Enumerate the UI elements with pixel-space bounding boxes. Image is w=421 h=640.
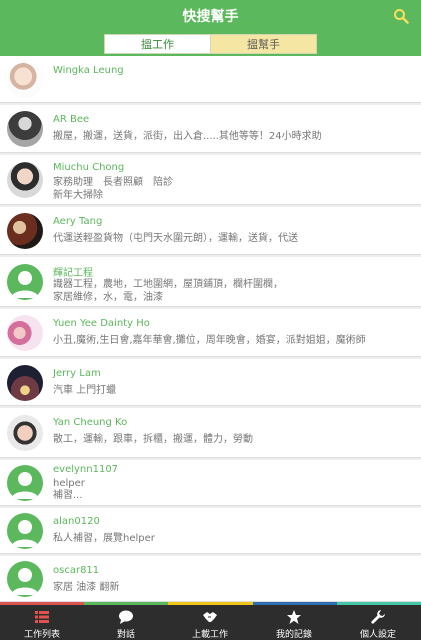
default-user-icon	[11, 472, 39, 499]
helper-name: Aery Tang	[53, 216, 103, 227]
avatar	[7, 415, 43, 451]
handshake-icon	[202, 609, 218, 625]
app-screen: 快搜幫手 搵工作 搵幫手 Wingka Leung AR Bee 搬屋，搬運，送…	[0, 0, 421, 640]
helper-description: 代運送輕盈貨物（屯門天水圍元朗），運輸，送貨，代送	[53, 233, 298, 244]
list-item[interactable]: Aery Tang 代運送輕盈貨物（屯門天水圍元朗），運輸，送貨，代送	[0, 207, 421, 255]
avatar	[7, 162, 43, 198]
tab-label: 上載工作	[191, 630, 228, 640]
avatar	[7, 465, 43, 501]
list-icon	[34, 609, 50, 625]
helper-description: 散工，運輸，跟車，拆櫃，搬運，體力，勞動	[53, 434, 253, 445]
helper-name: Yan Cheung Ko	[53, 417, 128, 428]
chat-bubble-icon	[118, 609, 134, 625]
helper-list: Wingka Leung AR Bee 搬屋，搬運，送貨，派街，出入倉.....…	[0, 56, 421, 602]
tab-my-records[interactable]: 我的記錄	[252, 605, 336, 640]
helper-description: 識器工程，農地，工地圍網，屋頂鋪頂，欄杆圍欄，	[53, 279, 283, 290]
tab-label: 工作列表	[23, 630, 60, 640]
tab-upload-job[interactable]: 上載工作	[168, 605, 252, 640]
helper-name: AR Bee	[53, 114, 90, 125]
mode-segmented-control: 搵工作 搵幫手	[104, 34, 317, 54]
tab-find-work[interactable]: 搵工作	[105, 35, 210, 53]
search-icon[interactable]	[393, 8, 409, 24]
list-item[interactable]: evelynn1107 helper 補習...	[0, 460, 421, 506]
helper-name: Wingka Leung	[53, 65, 124, 76]
star-icon	[286, 609, 302, 625]
tab-label: 個人設定	[359, 630, 396, 640]
helper-description: 新年大掃除	[53, 190, 103, 201]
helper-description: 私人補習，展覽helper	[53, 533, 155, 544]
list-item[interactable]: Yuen Yee Dainty Ho 小丑,魔術,生日會,嘉年華會,攤位，周年晚…	[0, 309, 421, 357]
tab-find-helper[interactable]: 搵幫手	[210, 35, 316, 53]
helper-description: 家居維修，水，電，油漆	[53, 292, 163, 303]
helper-description: 補習...	[53, 490, 83, 501]
helper-name: Miuchu Chong	[53, 162, 125, 173]
avatar	[7, 561, 43, 597]
helper-name: oscar811	[53, 565, 100, 576]
helper-description: 汽車 上門打蠟	[53, 385, 117, 396]
avatar	[7, 111, 43, 147]
default-user-icon	[11, 520, 39, 547]
header-bar: 快搜幫手 搵工作 搵幫手	[0, 0, 421, 56]
helper-name: 輝記工程	[53, 268, 93, 279]
default-user-icon	[11, 271, 39, 298]
tab-chat[interactable]: 對話	[84, 605, 168, 640]
list-item[interactable]: Yan Cheung Ko 散工，運輸，跟車，拆櫃，搬運，體力，勞動	[0, 408, 421, 458]
helper-description: 家務助理 長者照顧 陪診	[53, 177, 173, 188]
helper-description: 家居 油漆 翻新	[53, 582, 120, 593]
avatar	[7, 315, 43, 351]
tab-label: 對話	[116, 630, 135, 640]
avatar	[7, 365, 43, 401]
avatar	[7, 213, 43, 249]
tab-settings[interactable]: 個人設定	[336, 605, 420, 640]
helper-name: Jerry Lam	[53, 368, 101, 379]
list-item[interactable]: Miuchu Chong 家務助理 長者照顧 陪診 新年大掃除	[0, 155, 421, 205]
avatar	[7, 264, 43, 300]
tab-job-list[interactable]: 工作列表	[0, 605, 84, 640]
list-item[interactable]: 輝記工程 識器工程，農地，工地圍網，屋頂鋪頂，欄杆圍欄， 家居維修，水，電，油漆	[0, 257, 421, 307]
list-item[interactable]: alan0120 私人補習，展覽helper	[0, 508, 421, 554]
avatar	[7, 513, 43, 549]
avatar	[7, 62, 43, 98]
helper-name: Yuen Yee Dainty Ho	[53, 318, 150, 329]
helper-name: evelynn1107	[53, 464, 119, 475]
list-item[interactable]: AR Bee 搬屋，搬運，送貨，派街，出入倉.....其他等等！24小時求助	[0, 105, 421, 153]
tab-label: 我的記錄	[275, 630, 312, 640]
wrench-icon	[370, 609, 386, 625]
default-user-icon	[11, 568, 39, 595]
list-item[interactable]: oscar811 家居 油漆 翻新	[0, 556, 421, 602]
list-item[interactable]: Jerry Lam 汽車 上門打蠟	[0, 359, 421, 406]
helper-name: alan0120	[53, 516, 100, 527]
app-title: 快搜幫手	[182, 9, 239, 25]
helper-description: 搬屋，搬運，送貨，派街，出入倉.....其他等等！24小時求助	[53, 131, 322, 142]
helper-description: 小丑,魔術,生日會,嘉年華會,攤位，周年晚會，婚宴，派對姐姐，魔術師	[53, 335, 366, 346]
list-item[interactable]: Wingka Leung	[0, 56, 421, 103]
bottom-tab-bar: 工作列表 對話 上載工作 我的記錄 個人設定	[0, 602, 421, 640]
